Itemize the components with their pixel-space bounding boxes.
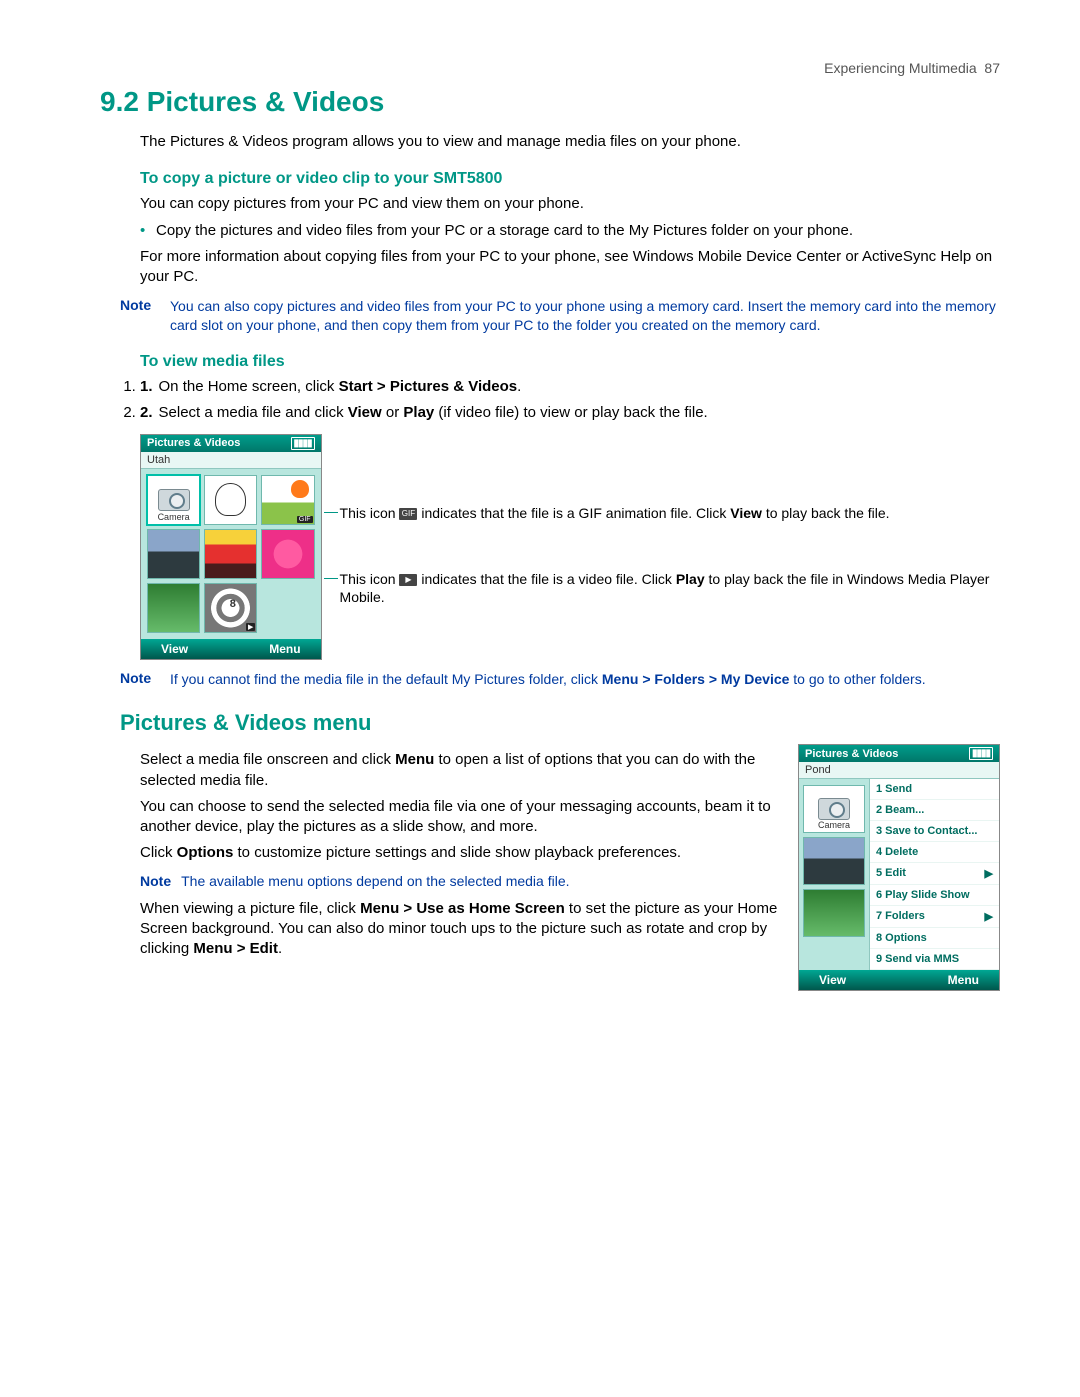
- chevron-right-icon: ▶: [985, 910, 993, 923]
- note-3: NoteThe available menu options depend on…: [140, 872, 782, 891]
- intro-paragraph: The Pictures & Videos program allows you…: [140, 132, 1000, 152]
- battery-icon: ▮▮▮▮: [291, 437, 315, 450]
- step-1: 1.On the Home screen, click Start > Pict…: [140, 377, 1000, 397]
- callout-video: This icon ▶ indicates that the file is a…: [340, 570, 1000, 606]
- grid-thumb-green[interactable]: [147, 583, 200, 633]
- note-1: Note You can also copy pictures and vide…: [120, 297, 1000, 335]
- chevron-right-icon: ▶: [985, 867, 993, 880]
- menu-p4: When viewing a picture file, click Menu …: [140, 899, 782, 960]
- video-badge-icon: ▶: [246, 623, 255, 631]
- grid-thumb-gif[interactable]: GIF: [261, 475, 314, 525]
- phone1-grid: Camera GIF ▶: [141, 469, 321, 639]
- softkey-menu[interactable]: Menu: [269, 642, 300, 656]
- note-1-label: Note: [120, 297, 158, 335]
- softkey-view[interactable]: View: [819, 973, 846, 987]
- menu-p2: You can choose to send the selected medi…: [140, 797, 782, 838]
- note-2: Note If you cannot find the media file i…: [120, 670, 1000, 689]
- section-title-text: Pictures & Videos: [147, 86, 385, 117]
- task-view-title: To view media files: [140, 353, 1000, 371]
- grid-thumb-sketch[interactable]: [204, 475, 257, 525]
- phone2-thumbs: Camera: [799, 779, 869, 970]
- phone1-title: Pictures & Videos: [147, 437, 240, 449]
- gif-badge-icon: GIF: [297, 516, 313, 523]
- copy-p1: You can copy pictures from your PC and v…: [140, 194, 1000, 214]
- battery-icon: ▮▮▮▮: [969, 747, 993, 760]
- phone2-folder: Pond: [799, 762, 999, 779]
- copy-p2: For more information about copying files…: [140, 247, 1000, 288]
- grid-camera[interactable]: Camera: [147, 475, 200, 525]
- menu-item-slideshow[interactable]: 6 Play Slide Show: [870, 885, 999, 906]
- menu-p1: Select a media file onscreen and click M…: [140, 750, 782, 791]
- camera-icon: [818, 798, 850, 820]
- grid-thumb-lake[interactable]: [147, 529, 200, 579]
- menu-item-send-mms[interactable]: 9 Send via MMS: [870, 949, 999, 970]
- copy-bullet-1: Copy the pictures and video files from y…: [140, 221, 1000, 241]
- phone2-title: Pictures & Videos: [805, 748, 898, 760]
- softkey-menu[interactable]: Menu: [948, 973, 979, 987]
- menu-item-edit[interactable]: 5 Edit▶: [870, 863, 999, 885]
- menu-heading: Pictures & Videos menu: [120, 710, 1000, 736]
- menu-p3: Click Options to customize picture setti…: [140, 843, 782, 863]
- softkey-view[interactable]: View: [161, 642, 188, 656]
- mini-camera[interactable]: Camera: [803, 785, 865, 833]
- page-number: 87: [984, 60, 1000, 76]
- grid-thumb-sunset[interactable]: [204, 529, 257, 579]
- section-heading: 9.2 Pictures & Videos: [100, 86, 1000, 118]
- phone1-folder: Utah: [141, 452, 321, 469]
- menu-item-delete[interactable]: 4 Delete: [870, 842, 999, 863]
- phone-mock-2: Pictures & Videos ▮▮▮▮ Pond Camera 1 Sen…: [798, 744, 1000, 991]
- callout-gif: This icon GIF indicates that the file is…: [340, 504, 1000, 522]
- step-2: 2.Select a media file and click View or …: [140, 403, 1000, 423]
- gif-icon: GIF: [399, 508, 417, 520]
- figure-2: Pictures & Videos ▮▮▮▮ Pond Camera 1 Sen…: [798, 744, 1000, 991]
- menu-item-beam[interactable]: 2 Beam...: [870, 800, 999, 821]
- running-title: Experiencing Multimedia: [824, 60, 977, 76]
- menu-item-folders[interactable]: 7 Folders▶: [870, 906, 999, 928]
- grid-thumb-video[interactable]: ▶: [204, 583, 257, 633]
- menu-item-options[interactable]: 8 Options: [870, 928, 999, 949]
- figure-1: Pictures & Videos ▮▮▮▮ Utah Camera GIF ▶…: [140, 434, 1000, 660]
- running-header: Experiencing Multimedia 87: [100, 60, 1000, 76]
- phone2-menu: 1 Send 2 Beam... 3 Save to Contact... 4 …: [869, 779, 999, 970]
- note-2-label: Note: [120, 670, 158, 689]
- phone-mock-1: Pictures & Videos ▮▮▮▮ Utah Camera GIF ▶…: [140, 434, 322, 660]
- grid-thumb-flower[interactable]: [261, 529, 314, 579]
- mini-green[interactable]: [803, 889, 865, 937]
- menu-item-send[interactable]: 1 Send: [870, 779, 999, 800]
- section-number: 9.2: [100, 86, 139, 117]
- mini-lake[interactable]: [803, 837, 865, 885]
- note-2-text: If you cannot find the media file in the…: [170, 670, 926, 689]
- note-1-text: You can also copy pictures and video fil…: [170, 297, 1000, 335]
- figure-1-callouts: This icon GIF indicates that the file is…: [340, 434, 1000, 655]
- video-icon: ▶: [399, 574, 417, 586]
- menu-item-save-contact[interactable]: 3 Save to Contact...: [870, 821, 999, 842]
- task-copy-title: To copy a picture or video clip to your …: [140, 170, 1000, 188]
- camera-icon: [158, 489, 190, 511]
